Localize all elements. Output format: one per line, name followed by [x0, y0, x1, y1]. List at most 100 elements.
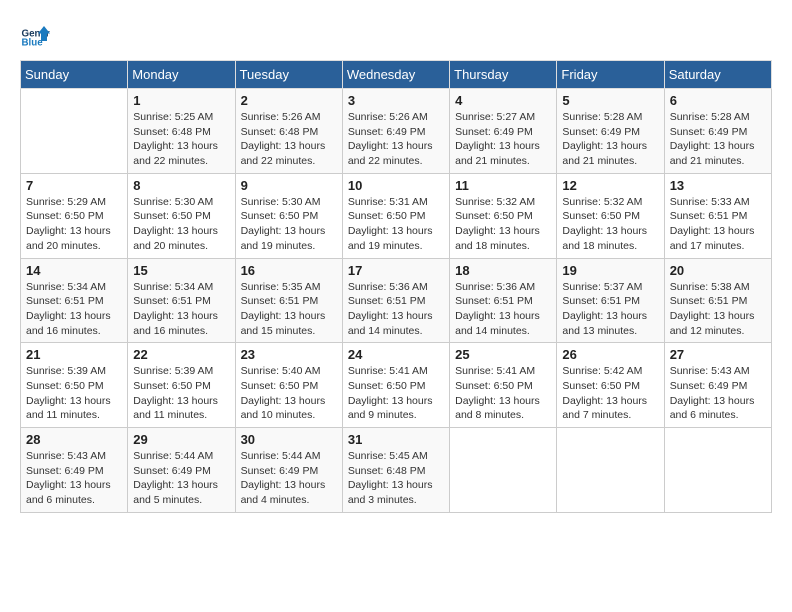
day-number: 6	[670, 93, 766, 108]
day-number: 4	[455, 93, 551, 108]
logo-icon: General Blue	[20, 20, 50, 50]
calendar-cell: 9Sunrise: 5:30 AM Sunset: 6:50 PM Daylig…	[235, 173, 342, 258]
weekday-header: Thursday	[450, 61, 557, 89]
day-detail: Sunrise: 5:44 AM Sunset: 6:49 PM Dayligh…	[241, 449, 337, 508]
calendar-cell: 21 Sunrise: 5:39 AM Sunset: 6:50 PM Dayli…	[21, 343, 128, 428]
day-detail: Sunrise: 5:38 AM Sunset: 6:51 PM Dayligh…	[670, 280, 766, 339]
day-detail: Sunrise: 5:42 AM Sunset: 6:50 PM Dayligh…	[562, 364, 658, 423]
day-detail: Sunrise: 5:29 AM Sunset: 6:50 PM Dayligh…	[26, 195, 122, 254]
day-number: 23	[241, 347, 337, 362]
calendar-cell: 12Sunrise: 5:32 AM Sunset: 6:50 PM Dayli…	[557, 173, 664, 258]
calendar-cell	[557, 428, 664, 513]
calendar-cell: 19Sunrise: 5:37 AM Sunset: 6:51 PM Dayli…	[557, 258, 664, 343]
day-number: 21	[26, 347, 122, 362]
weekday-header: Monday	[128, 61, 235, 89]
calendar-cell: 16 Sunrise: 5:35 AM Sunset: 6:51 PM Dayli…	[235, 258, 342, 343]
calendar-cell: 17 Sunrise: 5:36 AM Sunset: 6:51 PM Dayli…	[342, 258, 449, 343]
day-detail: Sunrise: 5:28 AM Sunset: 6:49 PM Dayligh…	[562, 110, 658, 169]
day-detail: Sunrise: 5:43 AM Sunset: 6:49 PM Dayligh…	[26, 449, 122, 508]
day-detail: Sunrise: 5:40 AM Sunset: 6:50 PM Dayligh…	[241, 364, 337, 423]
day-number: 20	[670, 263, 766, 278]
day-number: 7	[26, 178, 122, 193]
calendar-week-row: 7 Sunrise: 5:29 AM Sunset: 6:50 PM Daylig…	[21, 173, 772, 258]
calendar-week-row: 1 Sunrise: 5:25 AM Sunset: 6:48 PM Daylig…	[21, 89, 772, 174]
calendar-cell: 24 Sunrise: 5:41 AM Sunset: 6:50 PM Dayli…	[342, 343, 449, 428]
calendar-cell: 15 Sunrise: 5:34 AM Sunset: 6:51 PM Dayli…	[128, 258, 235, 343]
calendar-week-row: 14 Sunrise: 5:34 AM Sunset: 6:51 PM Dayli…	[21, 258, 772, 343]
calendar-cell: 11 Sunrise: 5:32 AM Sunset: 6:50 PM Dayli…	[450, 173, 557, 258]
day-detail: Sunrise: 5:37 AM Sunset: 6:51 PM Dayligh…	[562, 280, 658, 339]
day-detail: Sunrise: 5:41 AM Sunset: 6:50 PM Dayligh…	[455, 364, 551, 423]
svg-text:Blue: Blue	[22, 38, 44, 49]
day-detail: Sunrise: 5:34 AM Sunset: 6:51 PM Dayligh…	[26, 280, 122, 339]
day-number: 11	[455, 178, 551, 193]
day-detail: Sunrise: 5:32 AM Sunset: 6:50 PM Dayligh…	[455, 195, 551, 254]
calendar-cell: 13Sunrise: 5:33 AM Sunset: 6:51 PM Dayli…	[664, 173, 771, 258]
day-number: 18	[455, 263, 551, 278]
calendar-header: SundayMondayTuesdayWednesdayThursdayFrid…	[21, 61, 772, 89]
day-detail: Sunrise: 5:43 AM Sunset: 6:49 PM Dayligh…	[670, 364, 766, 423]
calendar-cell: 7 Sunrise: 5:29 AM Sunset: 6:50 PM Daylig…	[21, 173, 128, 258]
calendar-cell: 23 Sunrise: 5:40 AM Sunset: 6:50 PM Dayli…	[235, 343, 342, 428]
day-number: 31	[348, 432, 444, 447]
day-detail: Sunrise: 5:25 AM Sunset: 6:48 PM Dayligh…	[133, 110, 229, 169]
page-header: General Blue	[20, 20, 772, 50]
weekday-header: Wednesday	[342, 61, 449, 89]
calendar-cell: 1 Sunrise: 5:25 AM Sunset: 6:48 PM Daylig…	[128, 89, 235, 174]
day-detail: Sunrise: 5:34 AM Sunset: 6:51 PM Dayligh…	[133, 280, 229, 339]
day-detail: Sunrise: 5:39 AM Sunset: 6:50 PM Dayligh…	[133, 364, 229, 423]
day-detail: Sunrise: 5:45 AM Sunset: 6:48 PM Dayligh…	[348, 449, 444, 508]
day-number: 29	[133, 432, 229, 447]
day-number: 15	[133, 263, 229, 278]
day-number: 30	[241, 432, 337, 447]
weekday-row: SundayMondayTuesdayWednesdayThursdayFrid…	[21, 61, 772, 89]
calendar-week-row: 21 Sunrise: 5:39 AM Sunset: 6:50 PM Dayli…	[21, 343, 772, 428]
calendar-cell	[664, 428, 771, 513]
day-detail: Sunrise: 5:26 AM Sunset: 6:48 PM Dayligh…	[241, 110, 337, 169]
calendar-cell: 10Sunrise: 5:31 AM Sunset: 6:50 PM Dayli…	[342, 173, 449, 258]
day-detail: Sunrise: 5:39 AM Sunset: 6:50 PM Dayligh…	[26, 364, 122, 423]
calendar-cell: 26 Sunrise: 5:42 AM Sunset: 6:50 PM Dayli…	[557, 343, 664, 428]
calendar-cell: 3Sunrise: 5:26 AM Sunset: 6:49 PM Daylig…	[342, 89, 449, 174]
day-detail: Sunrise: 5:27 AM Sunset: 6:49 PM Dayligh…	[455, 110, 551, 169]
calendar-cell	[450, 428, 557, 513]
day-number: 2	[241, 93, 337, 108]
calendar-cell: 5 Sunrise: 5:28 AM Sunset: 6:49 PM Daylig…	[557, 89, 664, 174]
calendar-cell: 14 Sunrise: 5:34 AM Sunset: 6:51 PM Dayli…	[21, 258, 128, 343]
calendar-cell: 20 Sunrise: 5:38 AM Sunset: 6:51 PM Dayli…	[664, 258, 771, 343]
day-number: 8	[133, 178, 229, 193]
calendar-cell: 22 Sunrise: 5:39 AM Sunset: 6:50 PM Dayli…	[128, 343, 235, 428]
calendar-cell: 4 Sunrise: 5:27 AM Sunset: 6:49 PM Daylig…	[450, 89, 557, 174]
calendar-week-row: 28Sunrise: 5:43 AM Sunset: 6:49 PM Dayli…	[21, 428, 772, 513]
day-detail: Sunrise: 5:32 AM Sunset: 6:50 PM Dayligh…	[562, 195, 658, 254]
day-number: 9	[241, 178, 337, 193]
day-number: 1	[133, 93, 229, 108]
calendar-table: SundayMondayTuesdayWednesdayThursdayFrid…	[20, 60, 772, 513]
day-number: 16	[241, 263, 337, 278]
day-number: 14	[26, 263, 122, 278]
calendar-cell: 8Sunrise: 5:30 AM Sunset: 6:50 PM Daylig…	[128, 173, 235, 258]
day-detail: Sunrise: 5:31 AM Sunset: 6:50 PM Dayligh…	[348, 195, 444, 254]
day-number: 25	[455, 347, 551, 362]
day-number: 26	[562, 347, 658, 362]
day-number: 24	[348, 347, 444, 362]
calendar-body: 1 Sunrise: 5:25 AM Sunset: 6:48 PM Daylig…	[21, 89, 772, 513]
calendar-cell: 2 Sunrise: 5:26 AM Sunset: 6:48 PM Daylig…	[235, 89, 342, 174]
day-number: 22	[133, 347, 229, 362]
calendar-cell	[21, 89, 128, 174]
calendar-cell: 31 Sunrise: 5:45 AM Sunset: 6:48 PM Dayli…	[342, 428, 449, 513]
weekday-header: Saturday	[664, 61, 771, 89]
day-number: 13	[670, 178, 766, 193]
day-detail: Sunrise: 5:44 AM Sunset: 6:49 PM Dayligh…	[133, 449, 229, 508]
day-detail: Sunrise: 5:41 AM Sunset: 6:50 PM Dayligh…	[348, 364, 444, 423]
weekday-header: Sunday	[21, 61, 128, 89]
day-detail: Sunrise: 5:36 AM Sunset: 6:51 PM Dayligh…	[455, 280, 551, 339]
day-detail: Sunrise: 5:36 AM Sunset: 6:51 PM Dayligh…	[348, 280, 444, 339]
day-number: 17	[348, 263, 444, 278]
day-detail: Sunrise: 5:35 AM Sunset: 6:51 PM Dayligh…	[241, 280, 337, 339]
weekday-header: Tuesday	[235, 61, 342, 89]
day-number: 5	[562, 93, 658, 108]
calendar-cell: 28Sunrise: 5:43 AM Sunset: 6:49 PM Dayli…	[21, 428, 128, 513]
day-detail: Sunrise: 5:26 AM Sunset: 6:49 PM Dayligh…	[348, 110, 444, 169]
calendar-cell: 18 Sunrise: 5:36 AM Sunset: 6:51 PM Dayli…	[450, 258, 557, 343]
